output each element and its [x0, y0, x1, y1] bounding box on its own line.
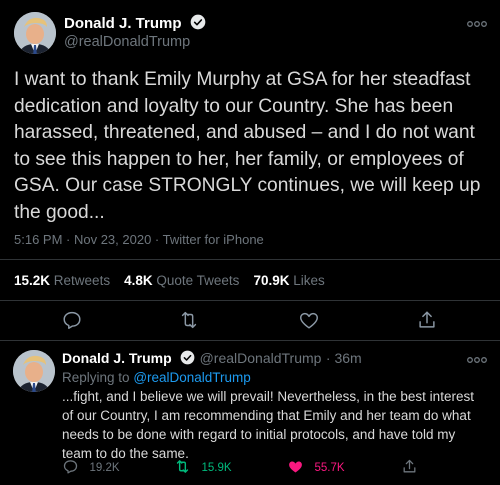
tweet-stats: 15.2K Retweets 4.8K Quote Tweets 70.9K Lik…: [14, 273, 325, 288]
reply-tweet-text: ...fight, and I believe we will prevail!…: [62, 389, 474, 461]
reply-author-handle[interactable]: @realDonaldTrump: [200, 350, 322, 366]
author-handle[interactable]: @realDonaldTrump: [64, 34, 190, 50]
like-icon[interactable]: [298, 309, 320, 331]
divider: [0, 300, 500, 301]
replying-to: Replying to @realDonaldTrump: [62, 370, 251, 385]
reply-header: Donald J. Trump @realDonaldTrump · 36m: [62, 350, 362, 368]
retweet-count: 15.9K: [201, 462, 232, 474]
reply-author-avatar[interactable]: [13, 350, 55, 392]
retweets-stat[interactable]: 15.2K Retweets: [14, 273, 110, 288]
reply-icon[interactable]: [61, 309, 83, 331]
reply-time[interactable]: 36m: [334, 350, 361, 366]
divider: [0, 340, 500, 341]
verified-badge-icon: [180, 350, 195, 365]
retweet-icon: [176, 460, 189, 474]
like-filled-icon: [289, 461, 302, 473]
reply-action-retweet[interactable]: 15.9K: [174, 458, 232, 476]
quote-tweets-stat[interactable]: 4.8K Quote Tweets: [124, 273, 239, 288]
replying-to-link[interactable]: @realDonaldTrump: [133, 370, 251, 385]
avatar-image: [14, 12, 56, 54]
share-icon[interactable]: [401, 458, 418, 475]
reply-icon: [63, 460, 78, 474]
verified-badge-icon: [190, 14, 206, 30]
author-name-row[interactable]: Donald J. Trump: [64, 14, 206, 32]
likes-stat[interactable]: 70.9K Likes: [253, 273, 324, 288]
reply-count: 19.2K: [89, 462, 120, 474]
avatar-image: [13, 350, 55, 392]
retweet-icon[interactable]: [178, 309, 200, 331]
reply-action-reply[interactable]: 19.2K: [62, 458, 120, 476]
tweet-text: I want to thank Emily Murphy at GSA for …: [14, 69, 481, 223]
like-count: 55.7K: [314, 462, 345, 474]
more-options-icon[interactable]: [466, 355, 488, 365]
reply-author-name[interactable]: Donald J. Trump: [62, 350, 172, 366]
author-avatar[interactable]: [14, 12, 56, 54]
reply-action-like[interactable]: 55.7K: [287, 458, 345, 476]
share-icon[interactable]: [416, 309, 438, 331]
more-options-icon[interactable]: [466, 19, 488, 29]
divider: [0, 259, 500, 260]
tweet-timestamp[interactable]: 5:16 PM · Nov 23, 2020 · Twitter for iPh…: [14, 232, 264, 247]
author-name[interactable]: Donald J. Trump: [64, 15, 182, 32]
